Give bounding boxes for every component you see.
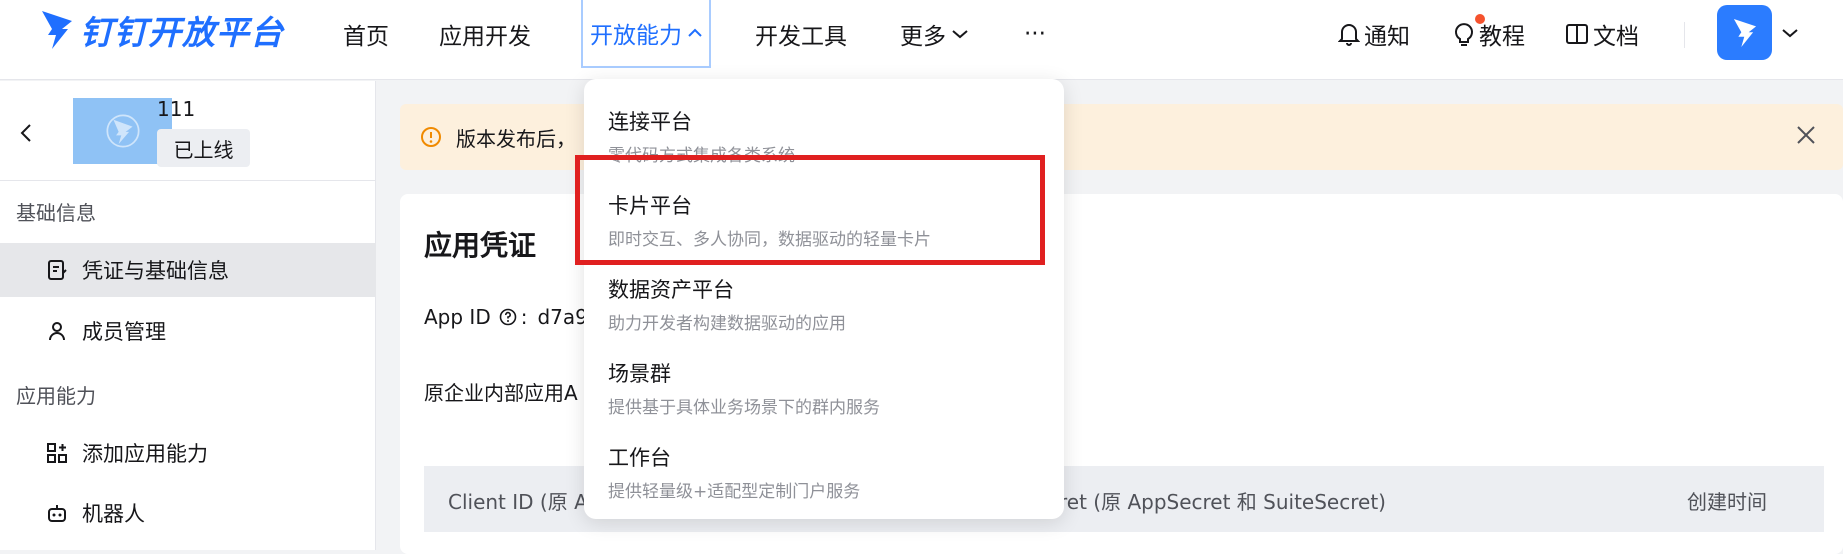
chevron-down-icon[interactable]: [1782, 28, 1798, 38]
sidebar: 111 已上线 基础信息 凭证与基础信息 成员管理 应用能力 添加应用能力 机器…: [0, 81, 376, 550]
close-icon[interactable]: [1795, 124, 1817, 146]
chevron-up-icon: [688, 28, 702, 37]
sidebar-item-label: 凭证与基础信息: [82, 259, 229, 283]
sidebar-item-members[interactable]: 成员管理: [0, 304, 376, 358]
sidebar-item-credentials[interactable]: 凭证与基础信息: [0, 243, 376, 297]
bell-icon: [1338, 24, 1360, 46]
brand-name: 钉钉开放平台: [80, 13, 284, 52]
menu-item-title: 场景群: [608, 362, 671, 386]
legacy-app-field: 原企业内部应用A: [424, 381, 578, 405]
tutorial-badge-dot: [1475, 14, 1485, 24]
group-title-app-capabilities: 应用能力: [16, 384, 96, 408]
user-icon: [49, 322, 65, 341]
tutorial-label: 教程: [1479, 24, 1525, 50]
group-title-basic-info: 基础信息: [16, 201, 96, 225]
menu-item-title: 工作台: [608, 446, 671, 470]
menu-item-title: 数据资产平台: [608, 278, 734, 302]
top-navbar: 钉钉开放平台 首页 应用开发 开放能力 开发工具 更多 ··· 通知 教程 文档: [0, 0, 1843, 80]
menu-item-title: 连接平台: [608, 110, 692, 134]
menu-item-workbench[interactable]: 工作台 提供轻量级+适配型定制门户服务: [608, 442, 1038, 502]
nav-open-capabilities-label: 开放能力: [590, 23, 682, 49]
notify-label: 通知: [1364, 24, 1410, 50]
column-header-client-id: Client ID (原 Ap: [448, 490, 601, 514]
sidebar-item-add-capability[interactable]: 添加应用能力: [0, 426, 376, 480]
page-title: 应用凭证: [424, 229, 537, 262]
notify-button[interactable]: 通知: [1338, 14, 1410, 54]
chevron-down-icon: [952, 30, 968, 39]
sidebar-item-label: 添加应用能力: [82, 442, 208, 466]
nav-open-capabilities[interactable]: 开放能力: [581, 0, 711, 68]
menu-item-scene-group[interactable]: 场景群 提供基于具体业务场景下的群内服务: [608, 358, 1038, 418]
brand-logo[interactable]: 钉钉开放平台: [38, 6, 284, 54]
app-id-field: App ID : d7a9: [424, 305, 588, 329]
nav-ellipsis[interactable]: ···: [1024, 0, 1046, 68]
divider: [1684, 22, 1685, 48]
apps-add-icon: [47, 443, 67, 463]
sidebar-item-label: 成员管理: [82, 320, 166, 344]
dingtalk-logo-icon: [1733, 18, 1756, 47]
app-id-value: d7a9: [537, 305, 588, 329]
sidebar-item-label: 机器人: [82, 502, 145, 526]
dingtalk-logo-icon: [42, 11, 72, 49]
nav-more[interactable]: 更多: [900, 0, 968, 68]
menu-item-data-asset-platform[interactable]: 数据资产平台 助力开发者构建数据驱动的应用: [608, 274, 1038, 334]
back-arrow-icon[interactable]: [16, 121, 36, 145]
column-header-created-time: 创建时间: [1687, 490, 1767, 514]
nav-home[interactable]: 首页: [343, 0, 389, 68]
highlight-box: [575, 155, 1045, 265]
nav-dev-tools[interactable]: 开发工具: [755, 0, 847, 68]
menu-item-desc: 提供轻量级+适配型定制门户服务: [608, 482, 861, 502]
menu-item-desc: 提供基于具体业务场景下的群内服务: [608, 398, 880, 418]
colon: :: [520, 305, 528, 329]
open-capabilities-dropdown: 连接平台 零代码方式集成各类系统 卡片平台 即时交互、多人协同，数据驱动的轻量卡…: [584, 79, 1064, 519]
app-status-badge: 已上线: [157, 129, 250, 167]
info-circle-icon: [421, 127, 441, 147]
dingtalk-logo-icon: [105, 114, 140, 148]
nav-more-label: 更多: [900, 24, 946, 50]
credential-icon: [48, 260, 67, 280]
nav-app-dev[interactable]: 应用开发: [439, 0, 531, 68]
book-icon: [1566, 24, 1588, 44]
docs-label: 文档: [1593, 24, 1639, 50]
help-circle-icon[interactable]: [499, 308, 517, 326]
sidebar-item-robot[interactable]: 机器人: [0, 486, 376, 540]
divider: [0, 180, 376, 181]
alert-text: 版本发布后，: [456, 126, 576, 151]
app-id-label: App ID: [424, 305, 491, 329]
column-header-secret: ret (原 AppSecret 和 SuiteSecret): [1059, 490, 1386, 514]
bulb-icon: [1455, 23, 1473, 46]
docs-button[interactable]: 文档: [1565, 14, 1639, 54]
app-name: 111: [157, 97, 196, 121]
tutorial-button[interactable]: 教程: [1453, 14, 1525, 54]
robot-icon: [48, 505, 66, 522]
menu-item-desc: 助力开发者构建数据驱动的应用: [608, 314, 846, 334]
user-avatar[interactable]: [1717, 5, 1772, 60]
